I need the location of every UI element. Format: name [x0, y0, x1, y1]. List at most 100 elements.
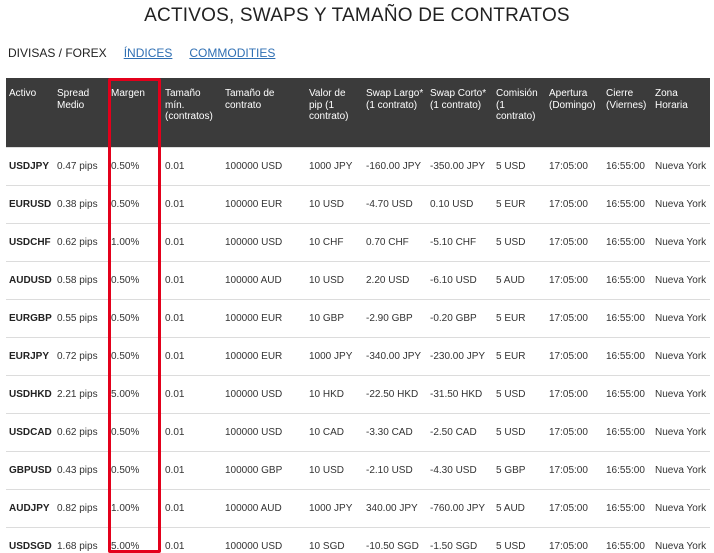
table-cell: Nueva York	[652, 146, 710, 186]
table-cell: 0.50%	[108, 451, 162, 490]
table-cell: -2.50 CAD	[427, 413, 493, 452]
table-cell: 10 CAD	[306, 413, 363, 452]
table-cell: 17:05:00	[546, 223, 603, 262]
table-cell: 0.50%	[108, 337, 162, 376]
table-row: AUDUSD 0.58 pips 0.50% 0.01 100000 AUD 10 USD…	[6, 261, 710, 300]
table-cell: 10 GBP	[306, 299, 363, 338]
table-cell: Nueva York	[652, 527, 710, 553]
column-header: Apertura (Domingo)	[546, 78, 603, 147]
asset-cell: GBPUSD	[6, 451, 54, 490]
column-header: Cierre (Viernes)	[603, 78, 652, 147]
asset-cell: EURGBP	[6, 299, 54, 338]
table-cell: 5 USD	[493, 146, 546, 186]
table-cell: -1.50 SGD	[427, 527, 493, 553]
table-cell: 0.01	[162, 261, 222, 300]
table-cell: -5.10 CHF	[427, 223, 493, 262]
table-cell: 10 HKD	[306, 375, 363, 414]
column-header: Valor de pip (1 contrato)	[306, 78, 363, 147]
table-cell: 1000 JPY	[306, 337, 363, 376]
column-header: Comisión (1 contrato)	[493, 78, 546, 147]
table-cell: 5.00%	[108, 527, 162, 553]
tab-commodities[interactable]: COMMODITIES	[189, 46, 275, 66]
table-cell: 100000 USD	[222, 223, 306, 262]
table-cell: 16:55:00	[603, 146, 652, 186]
asset-cell: USDHKD	[6, 375, 54, 414]
table-cell: 100000 AUD	[222, 489, 306, 528]
table-cell: 100000 AUD	[222, 261, 306, 300]
table-row: USDSGD 1.68 pips 5.00% 0.01 100000 USD 10 SGD…	[6, 527, 710, 553]
table-cell: 16:55:00	[603, 451, 652, 490]
table-cell: 0.43 pips	[54, 451, 108, 490]
table-cell: Nueva York	[652, 261, 710, 300]
table-cell: 0.55 pips	[54, 299, 108, 338]
table-cell: 17:05:00	[546, 261, 603, 300]
column-header: Margen	[108, 78, 162, 147]
table-cell: 0.01	[162, 146, 222, 186]
table-cell: 10 USD	[306, 451, 363, 490]
page-title: ACTIVOS, SWAPS Y TAMAÑO DE CONTRATOS	[144, 5, 570, 26]
table-cell: 100000 GBP	[222, 451, 306, 490]
table-cell: 100000 USD	[222, 375, 306, 414]
table-cell: 2.21 pips	[54, 375, 108, 414]
table-cell: 0.01	[162, 527, 222, 553]
table-cell: -2.10 USD	[363, 451, 427, 490]
table-cell: Nueva York	[652, 185, 710, 224]
table-cell: 100000 EUR	[222, 299, 306, 338]
table-cell: 17:05:00	[546, 185, 603, 224]
table-cell: 0.50%	[108, 185, 162, 224]
table-cell: 5 USD	[493, 413, 546, 452]
table-cell: 100000 USD	[222, 146, 306, 186]
contracts-table: Activo Spread Medio Margen Tamaño mín. (con…	[6, 78, 710, 553]
asset-cell: EURJPY	[6, 337, 54, 376]
table-cell: -22.50 HKD	[363, 375, 427, 414]
table-row: EURGBP 0.55 pips 0.50% 0.01 100000 EUR 10 GBP…	[6, 299, 710, 338]
table-cell: 5 USD	[493, 223, 546, 262]
table-cell: 0.01	[162, 413, 222, 452]
asset-cell: USDSGD	[6, 527, 54, 553]
table-row: EURUSD 0.38 pips 0.50% 0.01 100000 EUR 10 USD…	[6, 185, 710, 224]
table-row: EURJPY 0.72 pips 0.50% 0.01 100000 EUR 1000 J…	[6, 337, 710, 376]
table-cell: 16:55:00	[603, 337, 652, 376]
table-cell: -31.50 HKD	[427, 375, 493, 414]
table-cell: Nueva York	[652, 299, 710, 338]
table-cell: 2.20 USD	[363, 261, 427, 300]
table-cell: 0.38 pips	[54, 185, 108, 224]
column-header: Activo	[6, 78, 54, 147]
tab-indices[interactable]: ÍNDICES	[124, 46, 173, 66]
asset-cell: USDJPY	[6, 146, 54, 186]
table-cell: -340.00 JPY	[363, 337, 427, 376]
table-cell: 0.01	[162, 489, 222, 528]
table-cell: 5.00%	[108, 375, 162, 414]
table-cell: -760.00 JPY	[427, 489, 493, 528]
asset-cell: USDCAD	[6, 413, 54, 452]
table-cell: 16:55:00	[603, 489, 652, 528]
column-header: Swap Largo* (1 contrato)	[363, 78, 427, 147]
table-cell: -160.00 JPY	[363, 146, 427, 186]
table-cell: 1.00%	[108, 223, 162, 262]
table-cell: 0.70 CHF	[363, 223, 427, 262]
table-cell: -6.10 USD	[427, 261, 493, 300]
table-cell: 5 EUR	[493, 185, 546, 224]
table-row: GBPUSD 0.43 pips 0.50% 0.01 100000 GBP 10 USD…	[6, 451, 710, 490]
table-cell: -4.70 USD	[363, 185, 427, 224]
table-cell: 10 USD	[306, 261, 363, 300]
column-header: Tamaño de contrato	[222, 78, 306, 147]
table-row: USDJPY 0.47 pips 0.50% 0.01 100000 USD 1000 J…	[6, 146, 710, 186]
table-cell: 0.82 pips	[54, 489, 108, 528]
table-cell: 0.01	[162, 223, 222, 262]
table-cell: 16:55:00	[603, 223, 652, 262]
tab-divisas-forex[interactable]: DIVISAS / FOREX	[8, 46, 107, 66]
asset-cell: AUDUSD	[6, 261, 54, 300]
table-cell: 0.01	[162, 337, 222, 376]
table-cell: Nueva York	[652, 413, 710, 452]
table-cell: 1000 JPY	[306, 146, 363, 186]
asset-cell: USDCHF	[6, 223, 54, 262]
table-row: AUDJPY 0.82 pips 1.00% 0.01 100000 AUD 1000 J…	[6, 489, 710, 528]
table-row: USDCHF 0.62 pips 1.00% 0.01 100000 USD 10 CHF…	[6, 223, 710, 262]
table-cell: -0.20 GBP	[427, 299, 493, 338]
table-cell: 1.68 pips	[54, 527, 108, 553]
table-cell: 0.62 pips	[54, 223, 108, 262]
table-cell: -10.50 SGD	[363, 527, 427, 553]
table-cell: 0.01	[162, 185, 222, 224]
table-cell: Nueva York	[652, 223, 710, 262]
